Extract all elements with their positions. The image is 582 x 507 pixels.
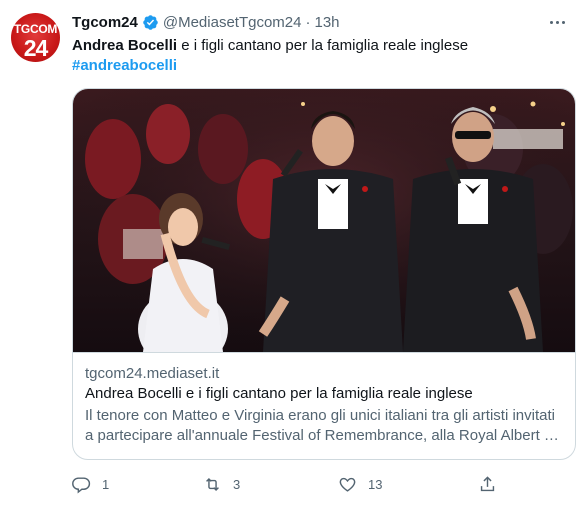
retweet-count: 3 xyxy=(233,476,241,492)
like-button[interactable]: 13 xyxy=(338,472,382,496)
avatar[interactable]: TGCOM 24 xyxy=(11,13,60,62)
reply-icon xyxy=(72,476,91,493)
separator-dot: · xyxy=(305,13,311,31)
avatar-brand-top: TGCOM xyxy=(13,22,58,36)
tweet-text-rest: e i figli cantano per la famiglia reale … xyxy=(177,37,469,54)
action-bar: 1 3 13 xyxy=(72,472,512,496)
card-description: Il tenore con Matteo e Virginia erano gl… xyxy=(85,407,559,444)
share-button[interactable] xyxy=(478,472,497,496)
share-icon xyxy=(480,475,495,491)
author-handle[interactable]: @MediasetTgcom24 xyxy=(163,14,302,31)
tweet-header: Tgcom24 @MediasetTgcom24 · 13h xyxy=(72,12,340,32)
like-icon xyxy=(339,477,356,492)
reply-count: 1 xyxy=(102,476,110,492)
author-name[interactable]: Tgcom24 xyxy=(72,14,138,31)
card-domain: tgcom24.mediaset.it xyxy=(85,365,220,382)
like-count: 13 xyxy=(368,476,383,492)
hashtag-link[interactable]: #andreabocelli xyxy=(72,56,177,76)
retweet-button[interactable]: 3 xyxy=(203,472,240,496)
tweet-text: Andrea Bocelli e i figli cantano per la … xyxy=(72,36,468,56)
link-card[interactable]: tgcom24.mediaset.it Andrea Bocelli e i f… xyxy=(72,88,576,460)
more-options-icon[interactable] xyxy=(546,11,568,33)
retweet-icon xyxy=(206,477,219,491)
verified-badge-icon xyxy=(143,14,158,30)
tweet-text-bold: Andrea Bocelli xyxy=(72,37,178,54)
tweet[interactable]: TGCOM 24 Tgcom24 @MediasetTgcom24 · 13h … xyxy=(0,0,582,507)
avatar-brand-number: 24 xyxy=(23,35,49,61)
reply-button[interactable]: 1 xyxy=(72,472,109,496)
card-body[interactable]: tgcom24.mediaset.it Andrea Bocelli e i f… xyxy=(73,352,575,459)
card-title[interactable]: Andrea Bocelli e i figli cantano per la … xyxy=(85,385,473,402)
timestamp[interactable]: 13h xyxy=(314,14,339,31)
card-image xyxy=(73,89,575,352)
